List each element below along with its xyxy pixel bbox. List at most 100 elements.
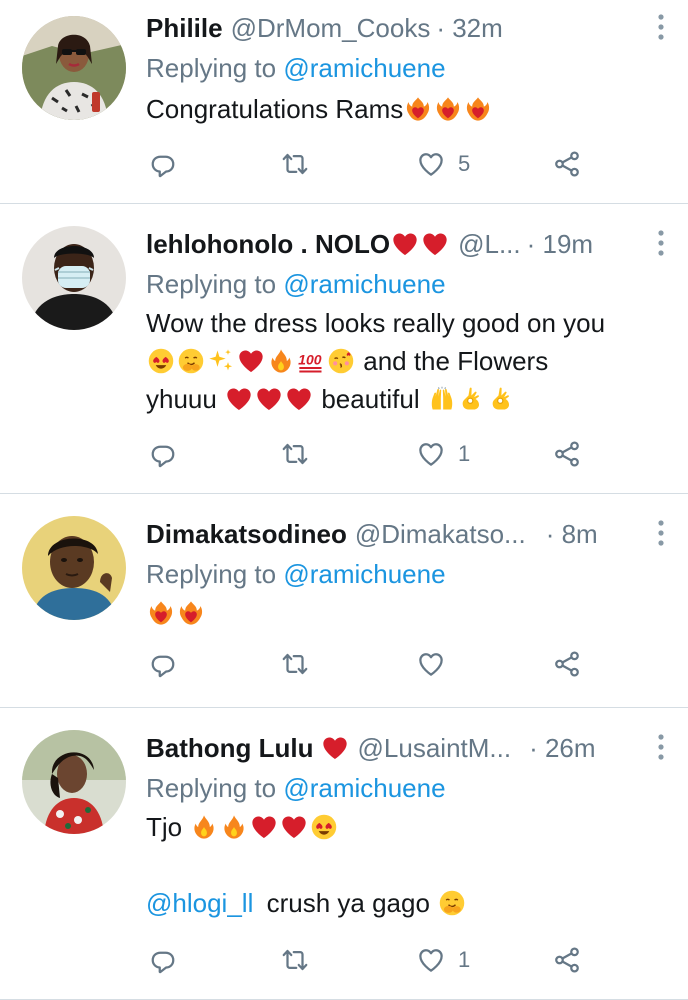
- fire-heart-emoji: [434, 95, 462, 123]
- share-button[interactable]: [552, 644, 582, 684]
- user-handle[interactable]: @L...: [458, 229, 521, 260]
- fire-emoji: [220, 813, 248, 841]
- retweet-button[interactable]: [280, 644, 310, 684]
- share-button[interactable]: [552, 144, 582, 184]
- red-heart-emoji: [225, 385, 253, 413]
- fire-emoji: [267, 347, 295, 375]
- replying-to-handle[interactable]: @ramichuene: [283, 53, 445, 83]
- retweet-button[interactable]: [280, 144, 310, 184]
- like-count: 1: [458, 441, 471, 466]
- tweet-text-content: Congratulations Rams: [146, 94, 404, 124]
- tweet-text-content: Tjo: [146, 812, 183, 842]
- fire-emoji: [190, 813, 218, 841]
- replying-prefix: Replying to: [146, 559, 277, 589]
- fire-heart-emoji: [404, 95, 432, 123]
- replying-to: Replying to @ramichuene: [146, 772, 664, 804]
- red-heart-emoji: [280, 813, 308, 841]
- heart-eyes-emoji: [147, 347, 175, 375]
- display-name[interactable]: Bathong Lulu: [146, 733, 314, 764]
- user-handle[interactable]: @LusaintM...: [358, 733, 512, 764]
- user-handle[interactable]: @Dimakatso...: [355, 519, 526, 550]
- share-icon: [552, 439, 582, 469]
- display-name[interactable]: Dimakatsodineo: [146, 519, 347, 550]
- fire-heart-emoji: [177, 599, 205, 627]
- ok-hand-emoji: [488, 385, 516, 413]
- tweet-time[interactable]: · 26m: [529, 733, 595, 764]
- tweet-actions: 5: [0, 144, 688, 184]
- display-name[interactable]: Philile: [146, 13, 223, 44]
- tweet-time[interactable]: · 32m: [436, 13, 502, 44]
- reply-icon: [148, 439, 178, 469]
- tweet-text: [146, 594, 664, 632]
- mention-link[interactable]: @hlogi_ll: [146, 888, 253, 918]
- tweet-3[interactable]: Dimakatsodineo @Dimakatso... · 8m Replyi…: [0, 494, 688, 708]
- retweet-icon: [280, 945, 310, 975]
- kissing-face-emoji: [327, 347, 355, 375]
- more-options-icon[interactable]: [654, 12, 668, 42]
- heart-outline-icon: [416, 649, 446, 679]
- tweet-text-line: yhuuu beautiful: [146, 380, 664, 418]
- retweet-button[interactable]: [280, 940, 310, 980]
- replying-to-handle[interactable]: @ramichuene: [283, 773, 445, 803]
- like-button[interactable]: 5: [416, 144, 470, 184]
- retweet-icon: [280, 439, 310, 469]
- tweet-actions: [0, 644, 688, 684]
- display-name[interactable]: lehlohonolo . NOLO: [146, 229, 390, 260]
- reply-button[interactable]: [148, 940, 178, 980]
- tweet-text-content: and the Flowers: [363, 346, 549, 376]
- heart-eyes-emoji: [310, 813, 338, 841]
- replying-prefix: Replying to: [146, 773, 277, 803]
- tweet-4[interactable]: Bathong Lulu @LusaintM... · 26m Replying…: [0, 708, 688, 1000]
- tweet-text: Congratulations Rams: [146, 90, 664, 128]
- tweet-text-line: Tjo: [146, 808, 664, 846]
- share-icon: [552, 649, 582, 679]
- user-avatar-lehlohonolo[interactable]: [22, 226, 126, 330]
- tweet-time[interactable]: · 19m: [527, 229, 593, 260]
- share-icon: [552, 945, 582, 975]
- like-button[interactable]: [416, 644, 458, 684]
- user-handle[interactable]: @DrMom_Cooks: [231, 13, 431, 44]
- more-options-icon[interactable]: [654, 518, 668, 548]
- hugging-face-emoji: [177, 347, 205, 375]
- fire-heart-emoji: [147, 599, 175, 627]
- more-options-icon[interactable]: [654, 228, 668, 258]
- reply-button[interactable]: [148, 644, 178, 684]
- replying-prefix: Replying to: [146, 53, 277, 83]
- red-heart-emoji: [320, 734, 350, 762]
- tweet-time[interactable]: · 8m: [546, 519, 598, 550]
- reply-icon: [148, 149, 178, 179]
- tweet-text-content: yhuuu: [146, 384, 217, 414]
- replying-to-handle[interactable]: @ramichuene: [283, 269, 445, 299]
- share-button[interactable]: [552, 434, 582, 474]
- retweet-button[interactable]: [280, 434, 310, 474]
- like-button[interactable]: 1: [416, 940, 470, 980]
- share-button[interactable]: [552, 940, 582, 980]
- replying-to-handle[interactable]: @ramichuene: [283, 559, 445, 589]
- tweet-2[interactable]: lehlohonolo . NOLO @L... · 19m Replying …: [0, 204, 688, 494]
- user-avatar-philile[interactable]: [22, 16, 126, 120]
- tweet-text: Tjo @hlogi_ll crush ya gago: [146, 808, 664, 922]
- replying-to: Replying to @ramichuene: [146, 558, 664, 590]
- tweet-text-content: beautiful: [321, 384, 420, 414]
- reply-icon: [148, 945, 178, 975]
- like-count: 5: [458, 151, 471, 176]
- replying-prefix: Replying to: [146, 269, 277, 299]
- user-avatar-dimakatsodineo[interactable]: [22, 516, 126, 620]
- tweet-text: Wow the dress looks really good on you a…: [146, 304, 664, 418]
- tweet-actions: 1: [0, 434, 688, 474]
- like-count: 1: [458, 947, 471, 972]
- like-button[interactable]: 1: [416, 434, 470, 474]
- user-avatar-bathong-lulu[interactable]: [22, 730, 126, 834]
- tweet-1[interactable]: Philile @DrMom_Cooks · 32m Replying to @…: [0, 0, 688, 204]
- reply-button[interactable]: [148, 434, 178, 474]
- red-heart-emoji: [285, 385, 313, 413]
- tweet-header: lehlohonolo . NOLO @L... · 19m: [146, 226, 664, 262]
- heart-outline-icon: [416, 439, 446, 469]
- reply-button[interactable]: [148, 144, 178, 184]
- replying-to: Replying to @ramichuene: [146, 268, 664, 300]
- fire-heart-emoji: [464, 95, 492, 123]
- more-options-icon[interactable]: [654, 732, 668, 762]
- red-heart-emoji: [420, 230, 450, 258]
- heart-outline-icon: [416, 149, 446, 179]
- red-heart-emoji: [390, 230, 420, 258]
